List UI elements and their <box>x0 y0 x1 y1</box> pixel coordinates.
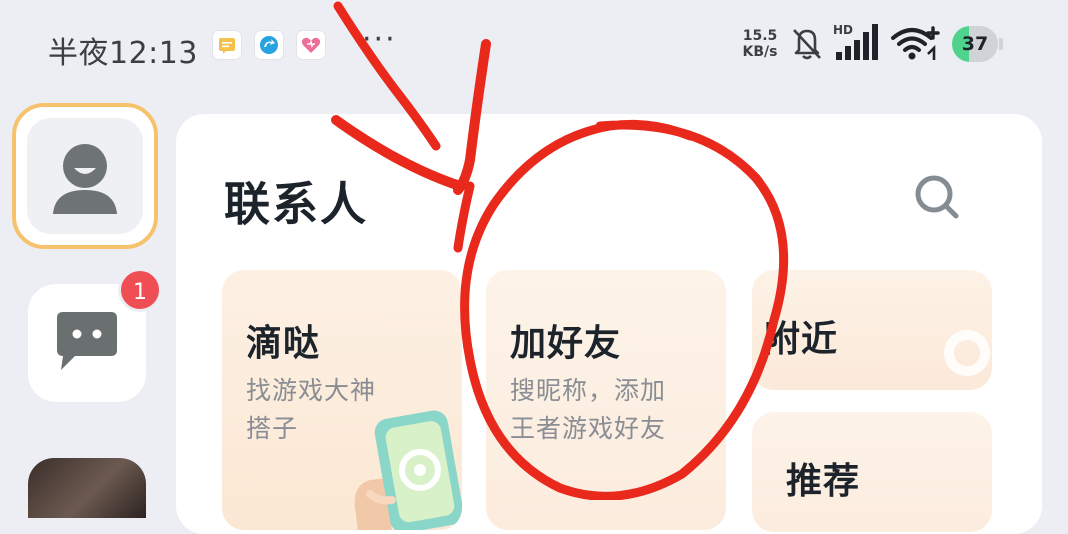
heart-app-icon <box>296 30 326 60</box>
card-recommend[interactable]: 推荐 <box>752 412 992 532</box>
card-title: 推荐 <box>786 461 861 502</box>
card-subtitle-line: 王者游戏好友 <box>510 414 667 443</box>
card-title: 附近 <box>764 319 839 360</box>
card-title: 滴哒 <box>246 323 321 364</box>
card-nearby[interactable]: 附近 <box>752 270 992 390</box>
search-icon <box>915 175 959 219</box>
card-subtitle: 搜昵称，添加 王者游戏好友 <box>510 372 666 448</box>
phone-illustration-icon <box>354 410 462 530</box>
card-didi[interactable]: 滴哒 找游戏大神 搭子 <box>222 270 462 530</box>
chat-bubble-icon <box>57 312 117 370</box>
ring-decoration-icon <box>944 330 990 376</box>
network-speed-value: 15.5 <box>742 28 778 44</box>
network-speed-unit: KB/s <box>742 44 778 60</box>
person-icon <box>53 144 117 214</box>
page-title: 联系人 <box>224 177 368 231</box>
note-app-icon <box>212 30 242 60</box>
contacts-panel: 联系人 滴哒 找游戏大神 搭子 加好友 搜昵称，添加 王者游戏好友 附近 推荐 <box>176 114 1042 534</box>
card-title: 加好友 <box>510 323 622 364</box>
notification-icons <box>212 30 326 60</box>
status-time: 半夜12:13 <box>48 36 198 71</box>
wifi-icon <box>890 24 942 66</box>
arrow-app-icon <box>254 30 284 60</box>
battery-icon: 37 <box>952 26 1004 62</box>
signal-icon: HD <box>832 22 880 66</box>
card-subtitle-line: 搜昵称，添加 <box>510 376 667 405</box>
battery-level: 37 <box>961 33 989 55</box>
mute-bell-icon <box>790 24 824 66</box>
status-bar: 半夜12:13 ··· 15.5 KB/s HD 37 <box>0 0 1068 90</box>
message-badge: 1 <box>118 268 162 312</box>
card-add-friend[interactable]: 加好友 搜昵称，添加 王者游戏好友 <box>486 270 726 530</box>
profile-avatar-button[interactable] <box>12 103 158 249</box>
photo-thumbnail[interactable] <box>28 458 146 518</box>
more-dots-icon: ··· <box>362 22 397 57</box>
network-speed: 15.5 KB/s <box>738 28 782 60</box>
avatar <box>27 118 143 234</box>
hd-label: HD <box>833 23 853 37</box>
search-button[interactable] <box>910 170 966 226</box>
